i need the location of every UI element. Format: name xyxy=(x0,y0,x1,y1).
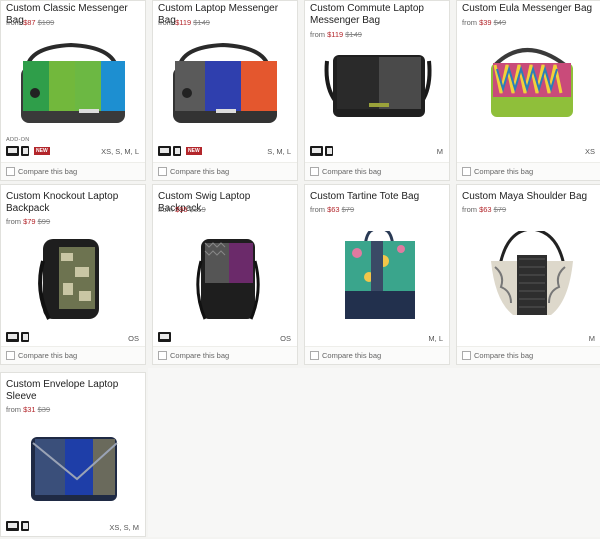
device-icons xyxy=(6,332,31,342)
compare-label[interactable]: Compare this bag xyxy=(18,167,77,176)
product-image[interactable] xyxy=(9,425,139,525)
product-title[interactable]: Custom Tartine Tote Bag xyxy=(310,191,448,203)
product-card[interactable]: Custom Classic Messenger Bag from $87 $10… xyxy=(0,0,146,181)
compare-checkbox[interactable] xyxy=(6,351,15,360)
background-texture xyxy=(148,368,600,537)
product-price: from $119 $149 xyxy=(310,30,362,39)
product-title[interactable]: Custom Maya Shoulder Bag xyxy=(462,191,600,203)
compare-label[interactable]: Compare this bag xyxy=(474,167,533,176)
product-image[interactable] xyxy=(465,39,595,139)
product-image[interactable] xyxy=(161,231,291,331)
compare-checkbox[interactable] xyxy=(310,167,319,176)
compare-checkbox[interactable] xyxy=(462,351,471,360)
size-options: OS xyxy=(128,334,139,343)
laptop-icon xyxy=(158,332,171,342)
product-price: from $39 $49 xyxy=(462,18,507,27)
product-price: from $95 $119 xyxy=(158,205,206,214)
product-card[interactable]: Custom Knockout Laptop Backpack from $79… xyxy=(0,184,146,365)
product-card[interactable]: Custom Swig Laptop Backpack from $95 $119… xyxy=(152,184,298,365)
device-icons xyxy=(6,521,31,531)
size-options: XS xyxy=(584,147,595,156)
product-title[interactable]: Custom Commute Laptop Messenger Bag xyxy=(310,3,448,27)
product-image[interactable] xyxy=(313,231,443,331)
compare-row[interactable]: Compare this bag xyxy=(1,162,145,180)
product-price: from $63 $79 xyxy=(310,205,355,214)
product-title[interactable]: Custom Eula Messenger Bag xyxy=(462,3,600,15)
product-card[interactable]: Custom Eula Messenger Bag from $39 $49 XS… xyxy=(456,0,600,181)
compare-checkbox[interactable] xyxy=(158,167,167,176)
product-card[interactable]: Custom Envelope Laptop Sleeve from $31 $3… xyxy=(0,372,146,537)
size-options: M, L xyxy=(428,334,443,343)
compare-row[interactable]: Compare this bag xyxy=(457,346,600,364)
size-options: M xyxy=(436,147,443,156)
laptop-icon xyxy=(310,146,323,156)
product-title[interactable]: Custom Envelope Laptop Sleeve xyxy=(6,379,144,403)
product-price: from $119 $149 xyxy=(158,18,210,27)
product-image[interactable] xyxy=(313,41,443,141)
laptop-icon xyxy=(6,146,19,156)
tablet-icon xyxy=(21,146,29,156)
compare-row[interactable]: Compare this bag xyxy=(457,162,600,180)
size-options: M xyxy=(588,334,595,343)
compare-checkbox[interactable] xyxy=(462,167,471,176)
tablet-icon xyxy=(21,332,29,342)
new-badge: NEW xyxy=(34,147,50,155)
tablet-icon xyxy=(21,521,29,531)
laptop-icon xyxy=(158,146,171,156)
tablet-icon xyxy=(325,146,333,156)
product-card[interactable]: Custom Laptop Messenger Bag from $119 $14… xyxy=(152,0,298,181)
device-icons: NEW xyxy=(158,146,202,156)
compare-row[interactable]: Compare this bag xyxy=(153,162,297,180)
laptop-icon xyxy=(6,332,19,342)
compare-label[interactable]: Compare this bag xyxy=(18,351,77,360)
product-image[interactable] xyxy=(465,231,595,331)
product-card[interactable]: Custom Commute Laptop Messenger Bag from… xyxy=(304,0,450,181)
compare-row[interactable]: Compare this bag xyxy=(305,162,449,180)
product-price: from $87 $109 xyxy=(6,18,55,27)
product-price: from $31 $39 xyxy=(6,405,51,414)
compare-label[interactable]: Compare this bag xyxy=(170,167,229,176)
compare-label[interactable]: Compare this bag xyxy=(474,351,533,360)
device-icons xyxy=(310,146,335,156)
compare-checkbox[interactable] xyxy=(158,351,167,360)
tablet-icon xyxy=(173,146,181,156)
laptop-icon xyxy=(6,521,19,531)
size-options: S, M, L xyxy=(267,147,291,156)
compare-row[interactable]: Compare this bag xyxy=(153,346,297,364)
product-card[interactable]: Custom Tartine Tote Bag from $63 $79 M, L… xyxy=(304,184,450,365)
compare-label[interactable]: Compare this bag xyxy=(322,167,381,176)
size-options: XS, S, M xyxy=(109,523,139,532)
new-badge: NEW xyxy=(186,147,202,155)
size-options: XS, S, M, L xyxy=(101,147,139,156)
size-options: OS xyxy=(280,334,291,343)
product-image[interactable] xyxy=(161,39,291,139)
product-title[interactable]: Custom Knockout Laptop Backpack xyxy=(6,191,144,215)
product-image[interactable] xyxy=(9,39,139,139)
device-icons xyxy=(158,332,173,342)
compare-checkbox[interactable] xyxy=(6,167,15,176)
product-card[interactable]: Custom Maya Shoulder Bag from $63 $79 M C… xyxy=(456,184,600,365)
compare-row[interactable]: Compare this bag xyxy=(305,346,449,364)
compare-checkbox[interactable] xyxy=(310,351,319,360)
compare-label[interactable]: Compare this bag xyxy=(170,351,229,360)
compare-row[interactable]: Compare this bag xyxy=(1,346,145,364)
device-icons: NEW xyxy=(6,146,50,156)
addon-label: ADD-ON xyxy=(6,137,30,143)
product-price: from $63 $79 xyxy=(462,205,507,214)
product-price: from $79 $99 xyxy=(6,217,51,226)
product-image[interactable] xyxy=(9,231,139,331)
compare-label[interactable]: Compare this bag xyxy=(322,351,381,360)
